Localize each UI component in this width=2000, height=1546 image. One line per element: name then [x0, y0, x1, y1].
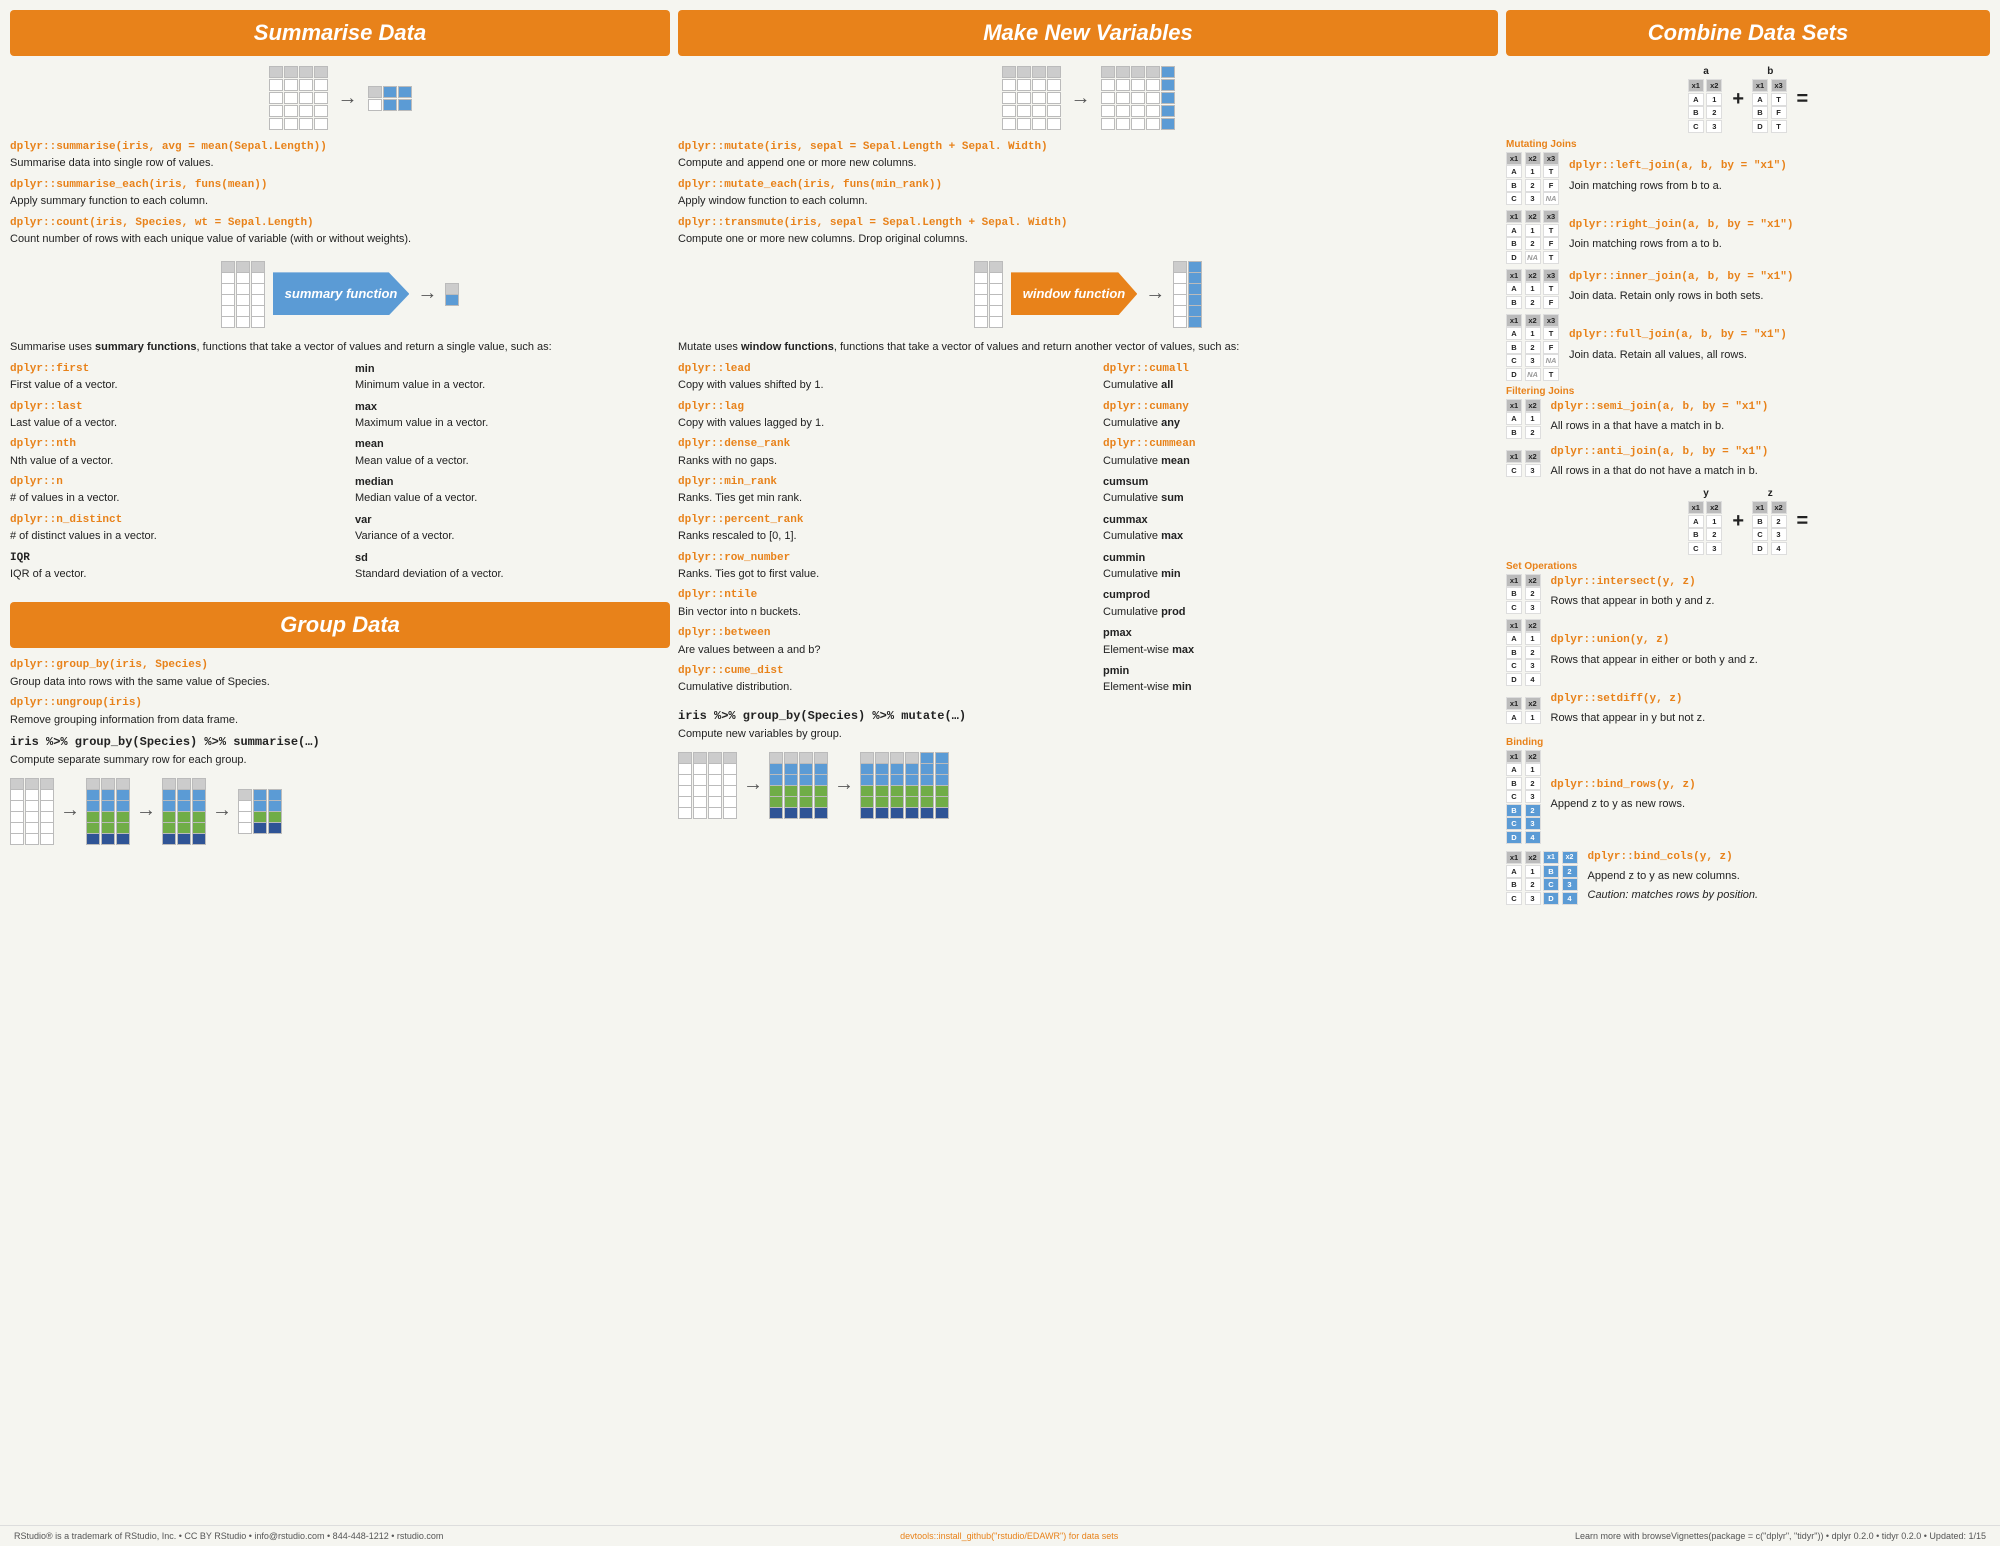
makenew-top-diagram: → — [678, 66, 1498, 130]
makenew-fn-2: dplyr::mutate_each(iris, funs(min_rank))… — [678, 178, 1498, 210]
wfn-percent-rank: dplyr::percent_rank Ranks rescaled to [0… — [678, 513, 1073, 545]
mutate-arrow-1: → — [743, 773, 763, 796]
summarise-fn-2: dplyr::summarise_each(iris, funs(mean)) … — [10, 178, 670, 210]
fn-first: dplyr::first First value of a vector. — [10, 362, 325, 394]
wfn-lead: dplyr::lead Copy with values shifted by … — [678, 362, 1073, 394]
summarise-fn-1: dplyr::summarise(iris, avg = mean(Sepal.… — [10, 140, 670, 172]
fn-n: dplyr::n # of values in a vector. — [10, 475, 325, 507]
footer-left: RStudio® is a trademark of RStudio, Inc.… — [14, 1531, 443, 1541]
group-bottom-diagram: → → → — [10, 778, 670, 843]
wfn-cume-dist: dplyr::cume_dist Cumulative distribution… — [678, 664, 1073, 696]
col-summarise: Summarise Data → dplyr::summarise( — [10, 10, 670, 1515]
group-pipeline-desc: Compute separate summary row for each gr… — [10, 753, 670, 768]
mutating-joins-label: Mutating Joins — [1506, 139, 1990, 150]
summarise-fn-3: dplyr::count(iris, Species, wt = Sepal.L… — [10, 216, 670, 248]
wfn-pmax: pmax Element-wise max — [1103, 626, 1498, 658]
bind-rows-text: dplyr::bind_rows(y, z) Append z to y as … — [1551, 777, 1696, 817]
main-content: Summarise Data → dplyr::summarise( — [0, 0, 2000, 1525]
wfn-cumall: dplyr::cumall Cumulative all — [1103, 362, 1498, 394]
semi-join-text: dplyr::semi_join(a, b, by = "x1") All ro… — [1551, 399, 1769, 439]
window-func-list: dplyr::lead Copy with values shifted by … — [678, 362, 1498, 702]
fn-mean: mean Mean value of a vector. — [355, 437, 670, 469]
fn-nth: dplyr::nth Nth value of a vector. — [10, 437, 325, 469]
group-pipeline: iris %>% group_by(Species) %>% summarise… — [10, 734, 670, 751]
inner-join-text: dplyr::inner_join(a, b, by = "x1") Join … — [1569, 269, 1793, 309]
anti-join-text: dplyr::anti_join(a, b, by = "x1") All ro… — [1551, 444, 1769, 484]
fn-iqr: IQR IQR of a vector. — [10, 551, 325, 583]
filtering-joins-label: Filtering Joins — [1506, 386, 1990, 397]
footer-right: Learn more with browseVignettes(package … — [1575, 1531, 1986, 1541]
mutate-arrow-2: → — [834, 773, 854, 796]
makenew-pipeline: iris %>% group_by(Species) %>% mutate(…) — [678, 708, 1498, 725]
arrow-g1: → — [60, 799, 80, 822]
makenew-fn-1: dplyr::mutate(iris, sepal = Sepal.Length… — [678, 140, 1498, 172]
setdiff-text: dplyr::setdiff(y, z) Rows that appear in… — [1551, 691, 1706, 731]
binding-label: Binding — [1506, 737, 1990, 748]
wfn-lag: dplyr::lag Copy with values lagged by 1. — [678, 400, 1073, 432]
summary-func-diagram: summary function → — [10, 261, 670, 326]
set-ops-label: Set Operations — [1506, 561, 1990, 572]
wfn-between: dplyr::between Are values between a and … — [678, 626, 1073, 658]
left-join-text: dplyr::left_join(a, b, by = "x1") Join m… — [1569, 158, 1787, 198]
group-fn-2: dplyr::ungroup(iris) Remove grouping inf… — [10, 696, 670, 728]
window-func-col-left: dplyr::lead Copy with values shifted by … — [678, 362, 1073, 702]
fn-min: min Minimum value in a vector. — [355, 362, 670, 394]
right-join-text: dplyr::right_join(a, b, by = "x1") Join … — [1569, 217, 1793, 257]
group-header: Group Data — [10, 602, 670, 648]
window-func-col-right: dplyr::cumall Cumulative all dplyr::cuma… — [1103, 362, 1498, 702]
makenew-arrow: → — [1071, 87, 1091, 110]
wfn-cumany: dplyr::cumany Cumulative any — [1103, 400, 1498, 432]
wfn-cummean: dplyr::cummean Cumulative mean — [1103, 437, 1498, 469]
window-func-label: window function — [1011, 272, 1138, 315]
wfn-cummin: cummin Cumulative min — [1103, 551, 1498, 583]
arrow-right: → — [338, 87, 358, 110]
window-arrow: → — [1145, 282, 1165, 305]
summary-func-list: dplyr::first First value of a vector. dp… — [10, 362, 670, 589]
fn-median: median Median value of a vector. — [355, 475, 670, 507]
wfn-row-number: dplyr::row_number Ranks. Ties got to fir… — [678, 551, 1073, 583]
summary-desc: Summarise uses summary functions, functi… — [10, 340, 670, 355]
wfn-cummax: cummax Cumulative max — [1103, 513, 1498, 545]
fn-last: dplyr::last Last value of a vector. — [10, 400, 325, 432]
summary-func-label: summary function — [273, 272, 410, 315]
group-fn-1: dplyr::group_by(iris, Species) Group dat… — [10, 658, 670, 690]
wfn-pmin: pmin Element-wise min — [1103, 664, 1498, 696]
window-func-diagram: window function → — [678, 261, 1498, 326]
wfn-min-rank: dplyr::min_rank Ranks. Ties get min rank… — [678, 475, 1073, 507]
wfn-ntile: dplyr::ntile Bin vector into n buckets. — [678, 588, 1073, 620]
col-makenew: Make New Variables → — [678, 10, 1498, 1515]
summary-func-col-left: dplyr::first First value of a vector. dp… — [10, 362, 325, 589]
summarise-top-diagram: → — [10, 66, 670, 130]
union-text: dplyr::union(y, z) Rows that appear in e… — [1551, 632, 1758, 672]
window-desc: Mutate uses window functions, functions … — [678, 340, 1498, 355]
makenew-header: Make New Variables — [678, 10, 1498, 56]
full-join-text: dplyr::full_join(a, b, by = "x1") Join d… — [1569, 327, 1787, 367]
arrow-g3: → — [212, 799, 232, 822]
intersect-text: dplyr::intersect(y, z) Rows that appear … — [1551, 574, 1715, 614]
fn-n-distinct: dplyr::n_distinct # of distinct values i… — [10, 513, 325, 545]
summarise-header: Summarise Data — [10, 10, 670, 56]
col-combine: Combine Data Sets a x1x2 A1 B2 C3 + b — [1506, 10, 1990, 1515]
summary-func-col-right: min Minimum value in a vector. max Maxim… — [355, 362, 670, 589]
wfn-cumsum: cumsum Cumulative sum — [1103, 475, 1498, 507]
makenew-fn-3: dplyr::transmute(iris, sepal = Sepal.Len… — [678, 216, 1498, 248]
fn-max: max Maximum value in a vector. — [355, 400, 670, 432]
fn-sd: sd Standard deviation of a vector. — [355, 551, 670, 583]
wfn-dense-rank: dplyr::dense_rank Ranks with no gaps. — [678, 437, 1073, 469]
fn-var: var Variance of a vector. — [355, 513, 670, 545]
bind-cols-text: dplyr::bind_cols(y, z) Append z to y as … — [1588, 849, 1759, 908]
makenew-pipeline-desc: Compute new variables by group. — [678, 727, 1498, 742]
arrow-mid: → — [417, 282, 437, 305]
footer-mid: devtools::install_github("rstudio/EDAWR"… — [900, 1531, 1118, 1541]
footer: RStudio® is a trademark of RStudio, Inc.… — [0, 1525, 2000, 1546]
makenew-bottom-diagram: → → — [678, 752, 1498, 817]
arrow-g2: → — [136, 799, 156, 822]
page: Summarise Data → dplyr::summarise( — [0, 0, 2000, 1546]
wfn-cumprod: cumprod Cumulative prod — [1103, 588, 1498, 620]
combine-header: Combine Data Sets — [1506, 10, 1990, 56]
